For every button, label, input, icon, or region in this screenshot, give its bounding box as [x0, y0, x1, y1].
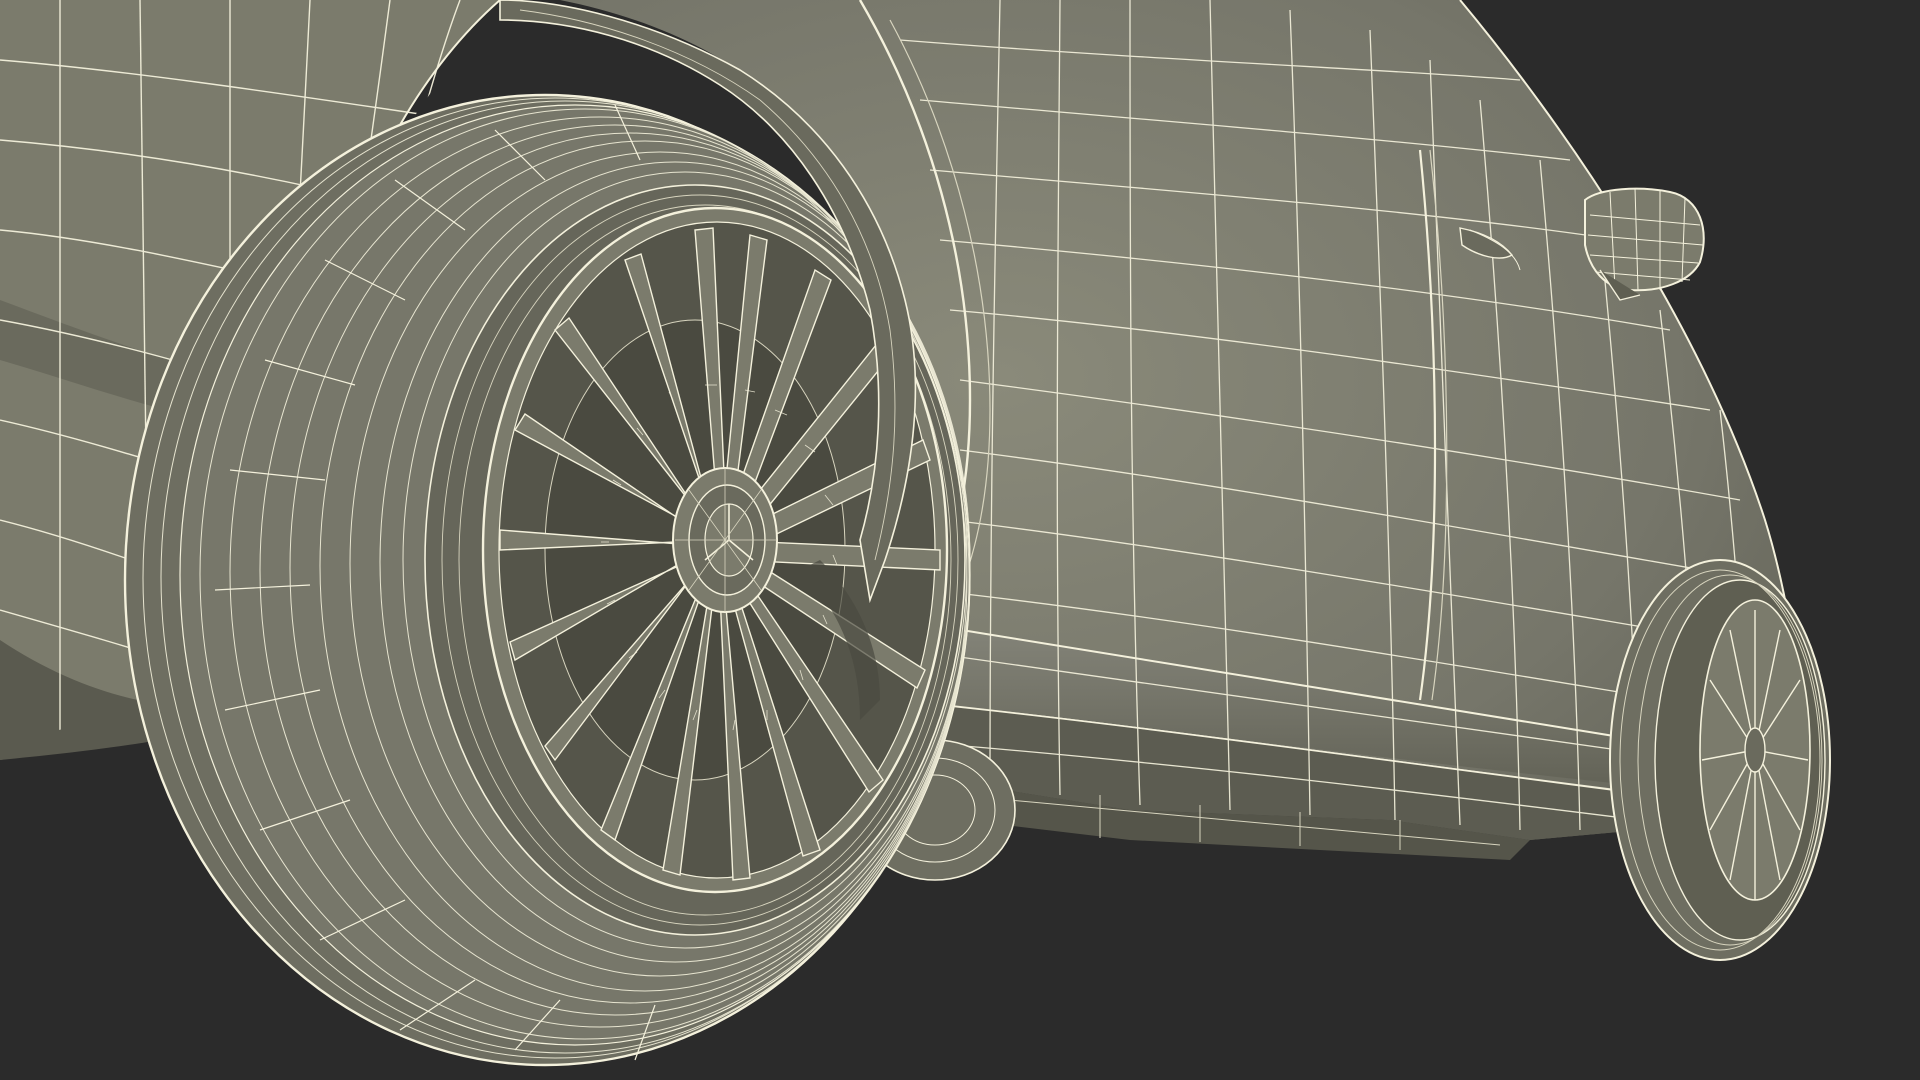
hub-emblem-icon: [672, 467, 778, 613]
wheel-icon: [1609, 559, 1831, 961]
render-viewport: [0, 0, 1920, 1080]
front-wheel: [123, 93, 971, 1067]
car-wireframe-render: [0, 0, 1920, 1080]
